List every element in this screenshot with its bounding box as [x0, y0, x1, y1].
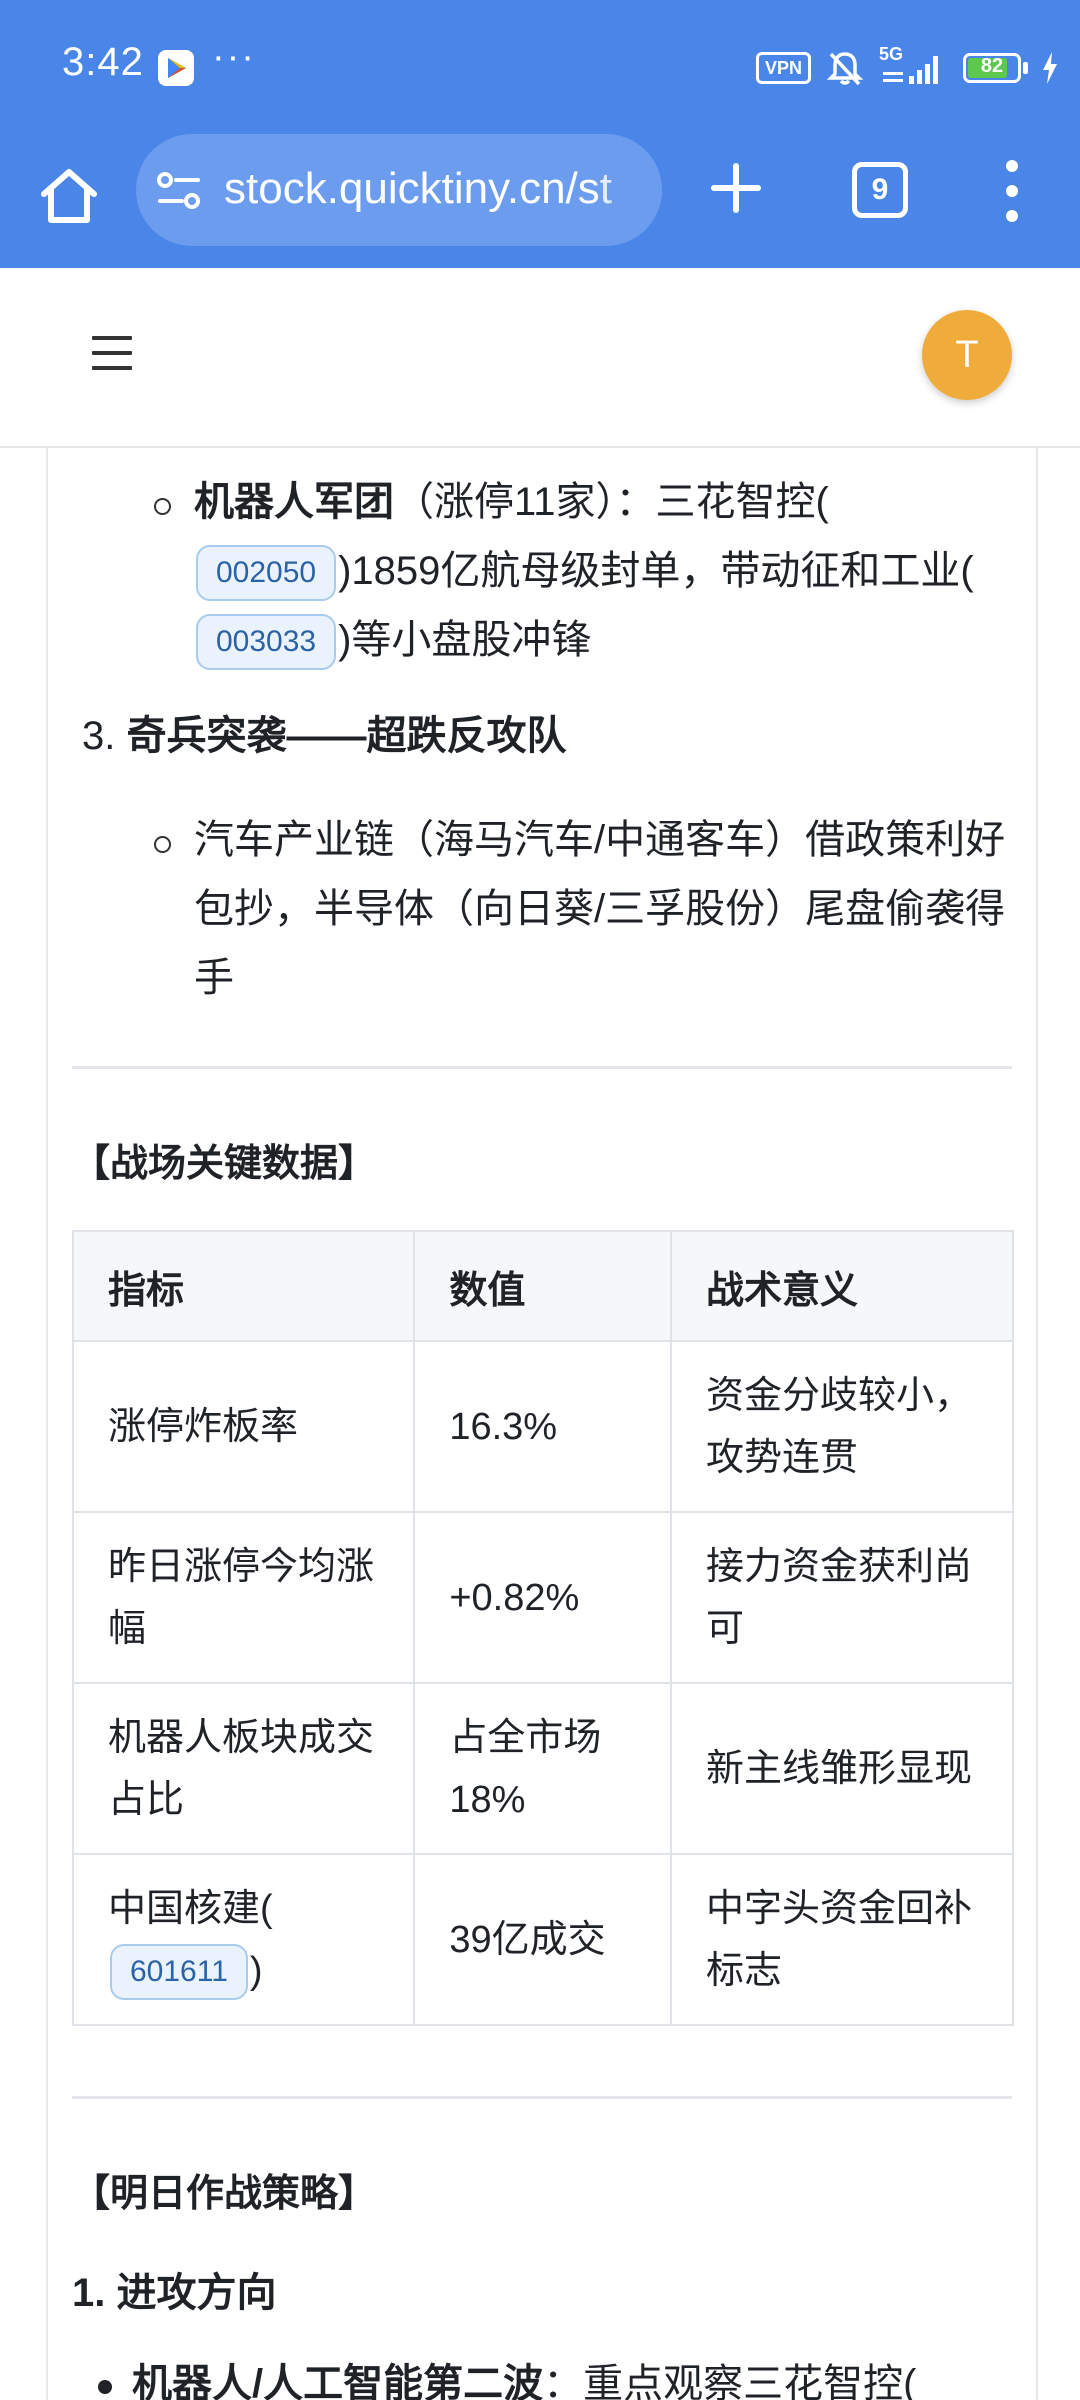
browser-chrome: 3:42 ··· VPN 5G 82 stock.quicktiny.cn/st…: [0, 0, 1080, 268]
strategy-item-text: ：重点观察三花智控(: [543, 2362, 917, 2400]
table-cell: +0.82%: [413, 1511, 672, 1684]
key-data-title: 【战场关键数据】: [72, 1143, 377, 1185]
stock-code-badge[interactable]: 003033: [196, 614, 337, 671]
strategy-item-bold: 机器人/人工智能第二波: [132, 2362, 544, 2400]
user-avatar[interactable]: T: [922, 310, 1012, 400]
table-row: 昨日涨停今均涨幅 +0.82% 接力资金获利尚可: [71, 1511, 1014, 1684]
table-cell: 39亿成交: [413, 1853, 672, 2026]
play-store-icon: [158, 50, 194, 86]
table-row: 涨停炸板率 16.3% 资金分歧较小，攻势连贯: [71, 1340, 1014, 1513]
menu-hamburger-icon[interactable]: [92, 336, 132, 372]
table-cell: 接力资金获利尚可: [670, 1511, 1014, 1684]
robot-item-title: 机器人军团: [194, 480, 394, 524]
table-cell: 机器人板块成交占比: [71, 1682, 416, 1855]
address-bar[interactable]: stock.quicktiny.cn/st: [136, 134, 662, 246]
status-bar: 3:42 ··· VPN 5G 82: [0, 0, 1080, 130]
robot-item-text-2: )1859亿航母级封单，带动征和工业(: [338, 549, 974, 593]
article-card: 机器人军团（涨停11家）：三花智控( 002050)1859亿航母级封单，带动征…: [46, 448, 1038, 2400]
list-item-strategy: 机器人/人工智能第二波：重点观察三花智控(: [98, 2350, 917, 2400]
table-cell: 昨日涨停今均涨幅: [71, 1511, 416, 1684]
strategy-heading: 1. 进攻方向: [72, 2271, 277, 2315]
section-3-title: 奇兵突袭——超跌反攻队: [126, 714, 567, 758]
divider: [72, 1066, 1012, 1069]
table-cell: 新主线雏形显现: [670, 1682, 1014, 1855]
home-icon[interactable]: [34, 160, 104, 230]
site-header: T: [0, 268, 1080, 448]
url-fade: [592, 134, 662, 246]
table-header-row: 指标 数值 战术意义: [71, 1230, 1014, 1342]
table-header-cell: 战术意义: [670, 1230, 1014, 1342]
section-3-subtext: 汽车产业链（海马汽车/中通客车）借政策利好包抄，半导体（向日葵/三孚股份）尾盘偷…: [194, 818, 1006, 1000]
table-row: 中国核建( 601611) 39亿成交 中字头资金回补标志: [71, 1853, 1014, 2026]
battery-level: 82: [980, 55, 1004, 77]
stock-code-badge[interactable]: 002050: [196, 545, 337, 602]
table-cell: 资金分歧较小，攻势连贯: [670, 1340, 1014, 1513]
robot-item-text-3: )等小盘股冲锋: [338, 618, 592, 662]
new-tab-plus-icon[interactable]: [706, 158, 766, 218]
battery-icon: 82: [963, 53, 1021, 83]
browser-toolbar: stock.quicktiny.cn/st 9: [0, 130, 1080, 268]
table-cell: 涨停炸板率: [71, 1340, 416, 1513]
status-time: 3:42: [62, 40, 144, 84]
more-vertical-icon[interactable]: [1000, 160, 1024, 226]
cell-text: 中国核建(: [108, 1887, 273, 1930]
table-cell: 占全市场18%: [413, 1682, 672, 1855]
list-item-robot: 机器人军团（涨停11家）：三花智控( 002050)1859亿航母级封单，带动征…: [154, 468, 1036, 675]
site-info-icon[interactable]: [156, 170, 202, 212]
circle-bullet-icon: [154, 498, 171, 515]
circle-bullet-icon: [154, 836, 171, 853]
tabs-count-button[interactable]: 9: [852, 162, 908, 218]
battery-tip: [1023, 62, 1028, 74]
key-data-table: 指标 数值 战术意义 涨停炸板率 16.3% 资金分歧较小，攻势连贯 昨日涨停今…: [71, 1230, 1014, 2026]
stock-code-badge[interactable]: 601611: [110, 1944, 248, 2001]
section-3-number: 3.: [82, 714, 116, 758]
charging-icon: [1043, 52, 1057, 84]
table-cell: 中字头资金回补标志: [670, 1853, 1014, 2026]
bell-muted-icon: [826, 52, 864, 86]
status-icons: VPN 5G 82: [755, 44, 1058, 90]
table-header-cell: 数值: [413, 1230, 672, 1342]
url-text[interactable]: stock.quicktiny.cn/st: [224, 164, 612, 214]
bullet-dot-icon: [98, 2380, 112, 2394]
table-row: 机器人板块成交占比 占全市场18% 新主线雏形显现: [71, 1682, 1014, 1855]
cell-text: ): [249, 1949, 263, 1992]
table-header-cell: 指标: [71, 1230, 416, 1342]
signal-5g-icon: 5G: [879, 44, 949, 88]
vpn-icon: VPN: [755, 52, 811, 84]
section-3-heading: 3. 奇兵突袭——超跌反攻队: [82, 702, 566, 771]
robot-item-text-1: （涨停11家）：三花智控(: [394, 480, 829, 524]
divider: [72, 2096, 1012, 2099]
list-item-auto-semi: 汽车产业链（海马汽车/中通客车）借政策利好包抄，半导体（向日葵/三孚股份）尾盘偷…: [154, 806, 1034, 1013]
table-cell: 中国核建( 601611): [71, 1853, 416, 2026]
strategy-title: 【明日作战策略】: [72, 2173, 377, 2215]
more-notifications-icon: ···: [212, 36, 256, 78]
table-cell: 16.3%: [413, 1340, 672, 1513]
